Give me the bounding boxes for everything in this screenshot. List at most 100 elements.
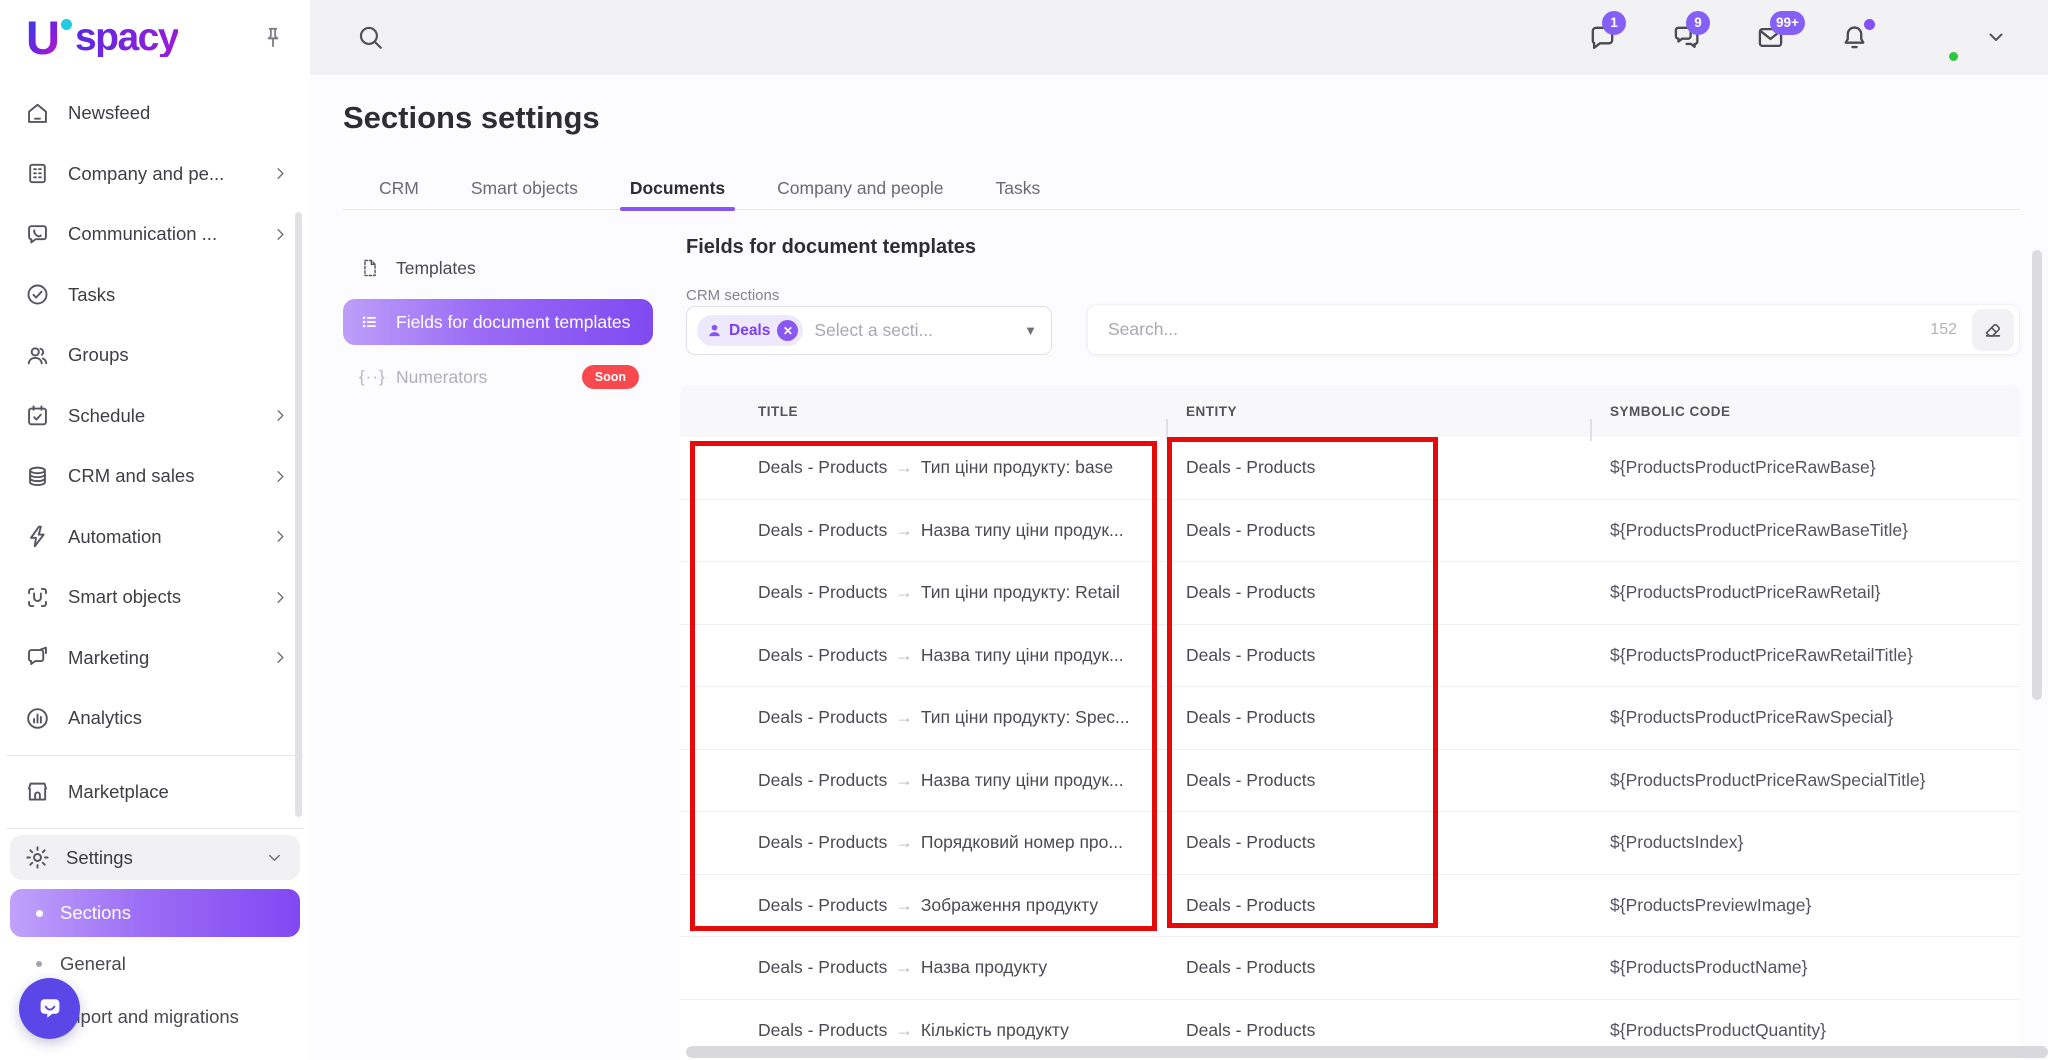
- avatar[interactable]: [1908, 11, 1960, 63]
- sidebar-item-tasks[interactable]: Tasks: [0, 265, 310, 326]
- search-input[interactable]: [1088, 319, 1930, 340]
- logo-mark: U: [26, 14, 60, 61]
- cell-entity: Deals - Products: [1166, 1020, 1590, 1041]
- subnav-item-label: Fields for document templates: [396, 312, 630, 333]
- sidebar-item-analytics[interactable]: Analytics: [0, 688, 310, 749]
- remove-chip-icon[interactable]: ✕: [777, 320, 798, 341]
- crm-icon: [24, 463, 51, 490]
- title-prefix: Deals - Products: [758, 770, 887, 790]
- tab-documents[interactable]: Documents: [630, 167, 725, 209]
- title-text: Тип ціни продукту: Spec...: [921, 707, 1130, 727]
- person-icon: [706, 322, 723, 339]
- profile-chevron-down-icon[interactable]: [1984, 25, 2008, 49]
- table-row[interactable]: Deals - Products→Назва типу ціни продук.…: [680, 500, 2020, 563]
- table-row[interactable]: Deals - Products→Зображення продуктуDeal…: [680, 875, 2020, 938]
- clear-filters-button[interactable]: [1972, 309, 2014, 351]
- table-header: TITLE ENTITY SYMBOLIC CODE: [680, 385, 2020, 437]
- sidebar-item-label: CRM and sales: [68, 465, 194, 487]
- sidebar-item-label: Marketplace: [68, 781, 169, 803]
- sidebar-item-sections[interactable]: Sections: [10, 889, 300, 937]
- sidebar-item-communication[interactable]: Communication ...: [0, 204, 310, 265]
- sidebar-item-settings[interactable]: Settings: [10, 835, 300, 880]
- sidebar-item-crm-and-sales[interactable]: CRM and sales: [0, 446, 310, 507]
- page-title: Sections settings: [343, 100, 600, 136]
- braces-icon: {··}: [359, 367, 385, 387]
- bell-icon[interactable]: [1839, 22, 1870, 53]
- table-row[interactable]: Deals - Products→Тип ціни продукту: Reta…: [680, 562, 2020, 625]
- selected-chip-deals[interactable]: Deals ✕: [697, 315, 803, 346]
- sidebar-item-marketplace[interactable]: Marketplace: [0, 762, 310, 823]
- sidebar-item-company-and-pe[interactable]: Company and pe...: [0, 144, 310, 205]
- tabs-bar: CRM Smart objects Documents Company and peo…: [343, 167, 2020, 210]
- subnav-item-templates[interactable]: Templates: [343, 240, 655, 296]
- support-chat-button[interactable]: [19, 978, 80, 1039]
- sidebar-scrollbar[interactable]: [295, 212, 302, 817]
- fields-table: TITLE ENTITY SYMBOLIC CODE Deals - Produ…: [680, 385, 2020, 1060]
- table-body: Deals - Products→Тип ціни продукту: base…: [680, 437, 2020, 1060]
- arrow-icon: →: [895, 957, 913, 977]
- sidebar-item-label: Settings: [66, 847, 133, 869]
- sidebar-item-smart-objects[interactable]: Smart objects: [0, 567, 310, 628]
- title-text: Назва типу ціни продук...: [921, 770, 1124, 790]
- groups-icon: [24, 342, 51, 369]
- sidebar-item-label: Schedule: [68, 405, 145, 427]
- analytics-icon: [24, 705, 51, 732]
- title-prefix: Deals - Products: [758, 707, 887, 727]
- cell-symbolic-code: ${ProductsProductQuantity}: [1590, 1020, 2020, 1041]
- crm-sections-select[interactable]: Deals ✕ Select a secti... ▼: [686, 306, 1052, 355]
- tab-crm[interactable]: CRM: [379, 167, 419, 209]
- vertical-scrollbar[interactable]: [2032, 250, 2042, 700]
- table-row[interactable]: Deals - Products→Назва продуктуDeals - P…: [680, 937, 2020, 1000]
- sidebar-item-newsfeed[interactable]: Newsfeed: [0, 83, 310, 144]
- pin-sidebar-icon[interactable]: [260, 25, 286, 51]
- sidebar-item-label: Analytics: [68, 707, 142, 729]
- table-row[interactable]: Deals - Products→Тип ціни продукту: base…: [680, 437, 2020, 500]
- cell-title: Deals - Products→Назва типу ціни продук.…: [680, 770, 1166, 791]
- title-text: Зображення продукту: [921, 895, 1098, 915]
- column-header-symbolic-code[interactable]: SYMBOLIC CODE: [1590, 404, 2020, 419]
- subnav-item-numerators[interactable]: {··}NumeratorsSoon: [343, 349, 655, 405]
- sidebar-item-label: Groups: [68, 344, 129, 366]
- tab-tasks[interactable]: Tasks: [996, 167, 1041, 209]
- horizontal-scrollbar[interactable]: [686, 1046, 2048, 1058]
- sidebar-divider: [6, 828, 304, 829]
- select-caret-icon[interactable]: ▼: [1024, 323, 1037, 338]
- gear-icon: [24, 844, 51, 871]
- bullet-dot: [36, 910, 43, 917]
- chat-badge: 1: [1602, 11, 1626, 35]
- sidebar-item-label: Newsfeed: [68, 102, 150, 124]
- cell-symbolic-code: ${ProductsProductPriceRawSpecial}: [1590, 707, 2020, 728]
- table-row[interactable]: Deals - Products→Назва типу ціни продук.…: [680, 625, 2020, 688]
- cell-entity: Deals - Products: [1166, 457, 1590, 478]
- table-row[interactable]: Deals - Products→Тип ціни продукту: Spec…: [680, 687, 2020, 750]
- cell-title: Deals - Products→Кількість продукту: [680, 1020, 1166, 1041]
- search-icon[interactable]: [356, 23, 385, 52]
- uspacy-logo[interactable]: U spacy: [26, 14, 178, 61]
- sidebar-item-automation[interactable]: Automation: [0, 507, 310, 568]
- chat-icon[interactable]: 1: [1587, 22, 1618, 53]
- sidebar-item-schedule[interactable]: Schedule: [0, 386, 310, 447]
- chip-label: Deals: [729, 322, 770, 340]
- sidebar-item-marketing[interactable]: Marketing: [0, 628, 310, 689]
- chevron-right-icon: [271, 164, 290, 183]
- column-header-title[interactable]: TITLE: [680, 404, 1166, 419]
- mail-icon[interactable]: 99+: [1755, 22, 1786, 53]
- chat-bubble-icon: [35, 994, 65, 1024]
- sidebar-item-label: Automation: [68, 526, 162, 548]
- table-row[interactable]: Deals - Products→Порядковий номер про...…: [680, 812, 2020, 875]
- arrow-icon: →: [895, 895, 913, 915]
- tab-smart-objects[interactable]: Smart objects: [471, 167, 578, 209]
- group-chat-icon[interactable]: 9: [1671, 22, 1702, 53]
- eraser-icon: [1982, 319, 2004, 341]
- column-header-entity[interactable]: ENTITY: [1166, 404, 1590, 419]
- tab-company-and-people[interactable]: Company and people: [777, 167, 943, 209]
- sidebar-nav: Newsfeed Company and pe...Communication .…: [0, 83, 310, 1043]
- marketing-icon: [24, 644, 51, 671]
- table-row[interactable]: Deals - Products→Назва типу ціни продук.…: [680, 750, 2020, 813]
- sidebar-divider: [6, 755, 304, 756]
- tasks-icon: [24, 281, 51, 308]
- title-prefix: Deals - Products: [758, 957, 887, 977]
- sidebar-item-groups[interactable]: Groups: [0, 325, 310, 386]
- subnav-item-fields-for-document-templates[interactable]: Fields for document templates: [343, 299, 653, 345]
- cell-title: Deals - Products→Назва типу ціни продук.…: [680, 645, 1166, 666]
